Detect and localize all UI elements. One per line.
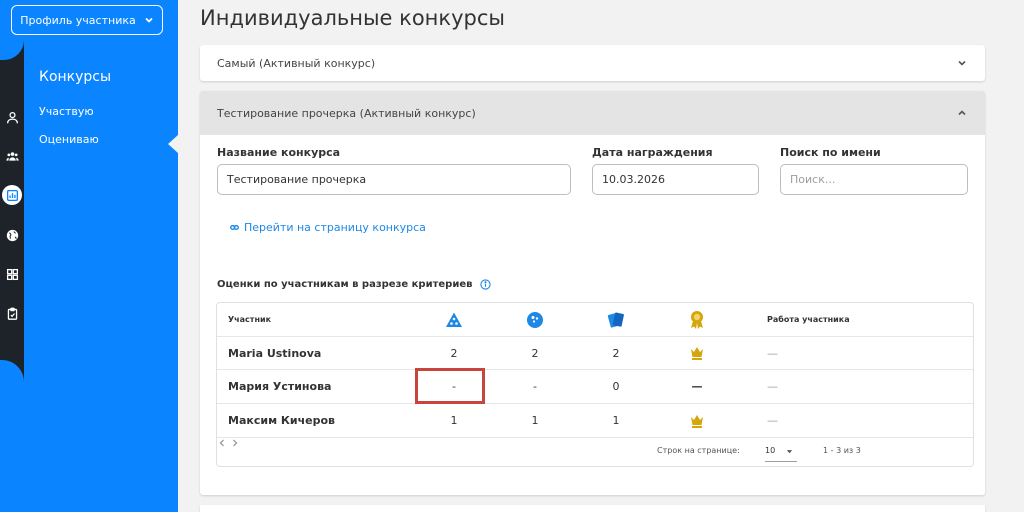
info-icon[interactable] — [480, 279, 492, 290]
accordion-title-2: Тестирование прочерка (Активный конкурс) — [217, 106, 476, 120]
score-cell: 0 — [612, 380, 620, 393]
scores-table: Участник Работа участника Maria Ustinova… — [216, 302, 974, 467]
participant-work[interactable]: — — [767, 404, 778, 437]
crown-icon — [677, 404, 717, 437]
table-row[interactable]: Максим Кичеров 1 1 1 — — [217, 404, 973, 438]
column-header-work: Работа участника — [767, 315, 850, 324]
table-row[interactable]: Maria Ustinova 2 2 2 — — [217, 337, 973, 370]
sidebar-title: Конкурсы — [39, 69, 112, 85]
icon-rail — [0, 0, 24, 512]
participant-name: Maria Ustinova — [228, 346, 322, 360]
score-cell: 1 — [450, 414, 458, 427]
globe-icon[interactable] — [2, 225, 22, 245]
search-input[interactable] — [780, 164, 968, 195]
score-cell: 2 — [450, 346, 458, 360]
award-date-field[interactable]: 10.03.2026 — [592, 164, 759, 195]
link-icon — [230, 225, 239, 230]
next-accordion-edge — [200, 505, 985, 512]
award-cell: — — [691, 380, 703, 393]
participant-name: Максим Кичеров — [228, 414, 335, 427]
scores-section-title: Оценки по участникам в разрезе критериев — [217, 279, 492, 290]
chevron-down-icon — [958, 60, 966, 66]
chart-icon[interactable] — [2, 185, 22, 205]
active-item-indicator — [168, 135, 178, 153]
triangle-icon — [434, 303, 474, 336]
go-to-contest-link[interactable]: Перейти на страницу конкурса — [230, 221, 426, 234]
profile-dropdown-label: Профиль участника — [20, 13, 136, 27]
medal-icon — [677, 303, 717, 336]
sidebar-link-evaluating[interactable]: Оцениваю — [39, 133, 99, 146]
participant-name: Мария Устинова — [228, 380, 332, 393]
profile-dropdown-button[interactable]: Профиль участника — [11, 5, 163, 35]
score-cell: 1 — [612, 414, 620, 427]
rows-per-page-label: Строк на странице: — [657, 446, 740, 455]
table-row[interactable]: Мария Устинова - - 0 — — — [217, 370, 973, 404]
user-icon[interactable] — [2, 107, 22, 127]
column-header-participant: Участник — [228, 315, 271, 324]
dashboard-icon[interactable] — [2, 264, 22, 284]
accordion-title-1: Самый (Активный конкурс) — [217, 56, 376, 70]
chevron-right-icon[interactable] — [230, 438, 240, 448]
clipboard-icon[interactable] — [2, 303, 22, 323]
pagination-bar: Строк на странице: 10 1 - 3 из 3 — [217, 438, 973, 466]
caret-down-icon — [786, 450, 793, 454]
ball-icon — [515, 303, 555, 336]
accordion-collapsed: Самый (Активный конкурс) — [200, 45, 985, 81]
table-header-row: Участник Работа участника — [217, 303, 973, 337]
go-to-contest-link-text: Перейти на страницу конкурса — [244, 221, 426, 234]
pagination-range: 1 - 3 из 3 — [823, 446, 861, 455]
score-cell: 2 — [612, 346, 620, 360]
award-date-label: Дата награждения — [592, 146, 713, 159]
crown-icon — [677, 337, 717, 369]
participant-work[interactable]: — — [767, 370, 778, 403]
accordion-header-1[interactable]: Самый (Активный конкурс) — [200, 45, 985, 81]
chevron-up-icon — [958, 110, 966, 116]
scores-section-title-text: Оценки по участникам в разрезе критериев — [217, 279, 473, 290]
page-title: Индивидуальные конкурсы — [200, 6, 505, 30]
contest-name-field[interactable]: Тестирование прочерка — [217, 164, 571, 195]
highlight-annotation-box — [415, 368, 485, 404]
score-cell: 1 — [531, 414, 539, 427]
score-cell: 2 — [531, 346, 539, 360]
contest-name-label: Название конкурса — [217, 146, 341, 159]
chevron-down-icon — [145, 17, 153, 23]
participant-work[interactable]: — — [767, 337, 778, 369]
chevron-left-icon[interactable] — [217, 438, 227, 448]
accordion-expanded: Тестирование прочерка (Активный конкурс)… — [200, 91, 985, 495]
accordion-header-2[interactable]: Тестирование прочерка (Активный конкурс) — [200, 91, 985, 135]
rows-per-page-select[interactable]: 10 — [765, 442, 797, 462]
sidebar-link-participating[interactable]: Участвую — [39, 105, 94, 118]
sidebar: Профиль участника Конкурсы Участвую Оцен… — [11, 0, 178, 512]
team-icon[interactable] — [2, 146, 22, 166]
cards-icon — [596, 303, 636, 336]
search-by-name-label: Поиск по имени — [780, 146, 881, 159]
score-cell: - — [533, 380, 537, 393]
rows-per-page-value: 10 — [765, 446, 776, 455]
